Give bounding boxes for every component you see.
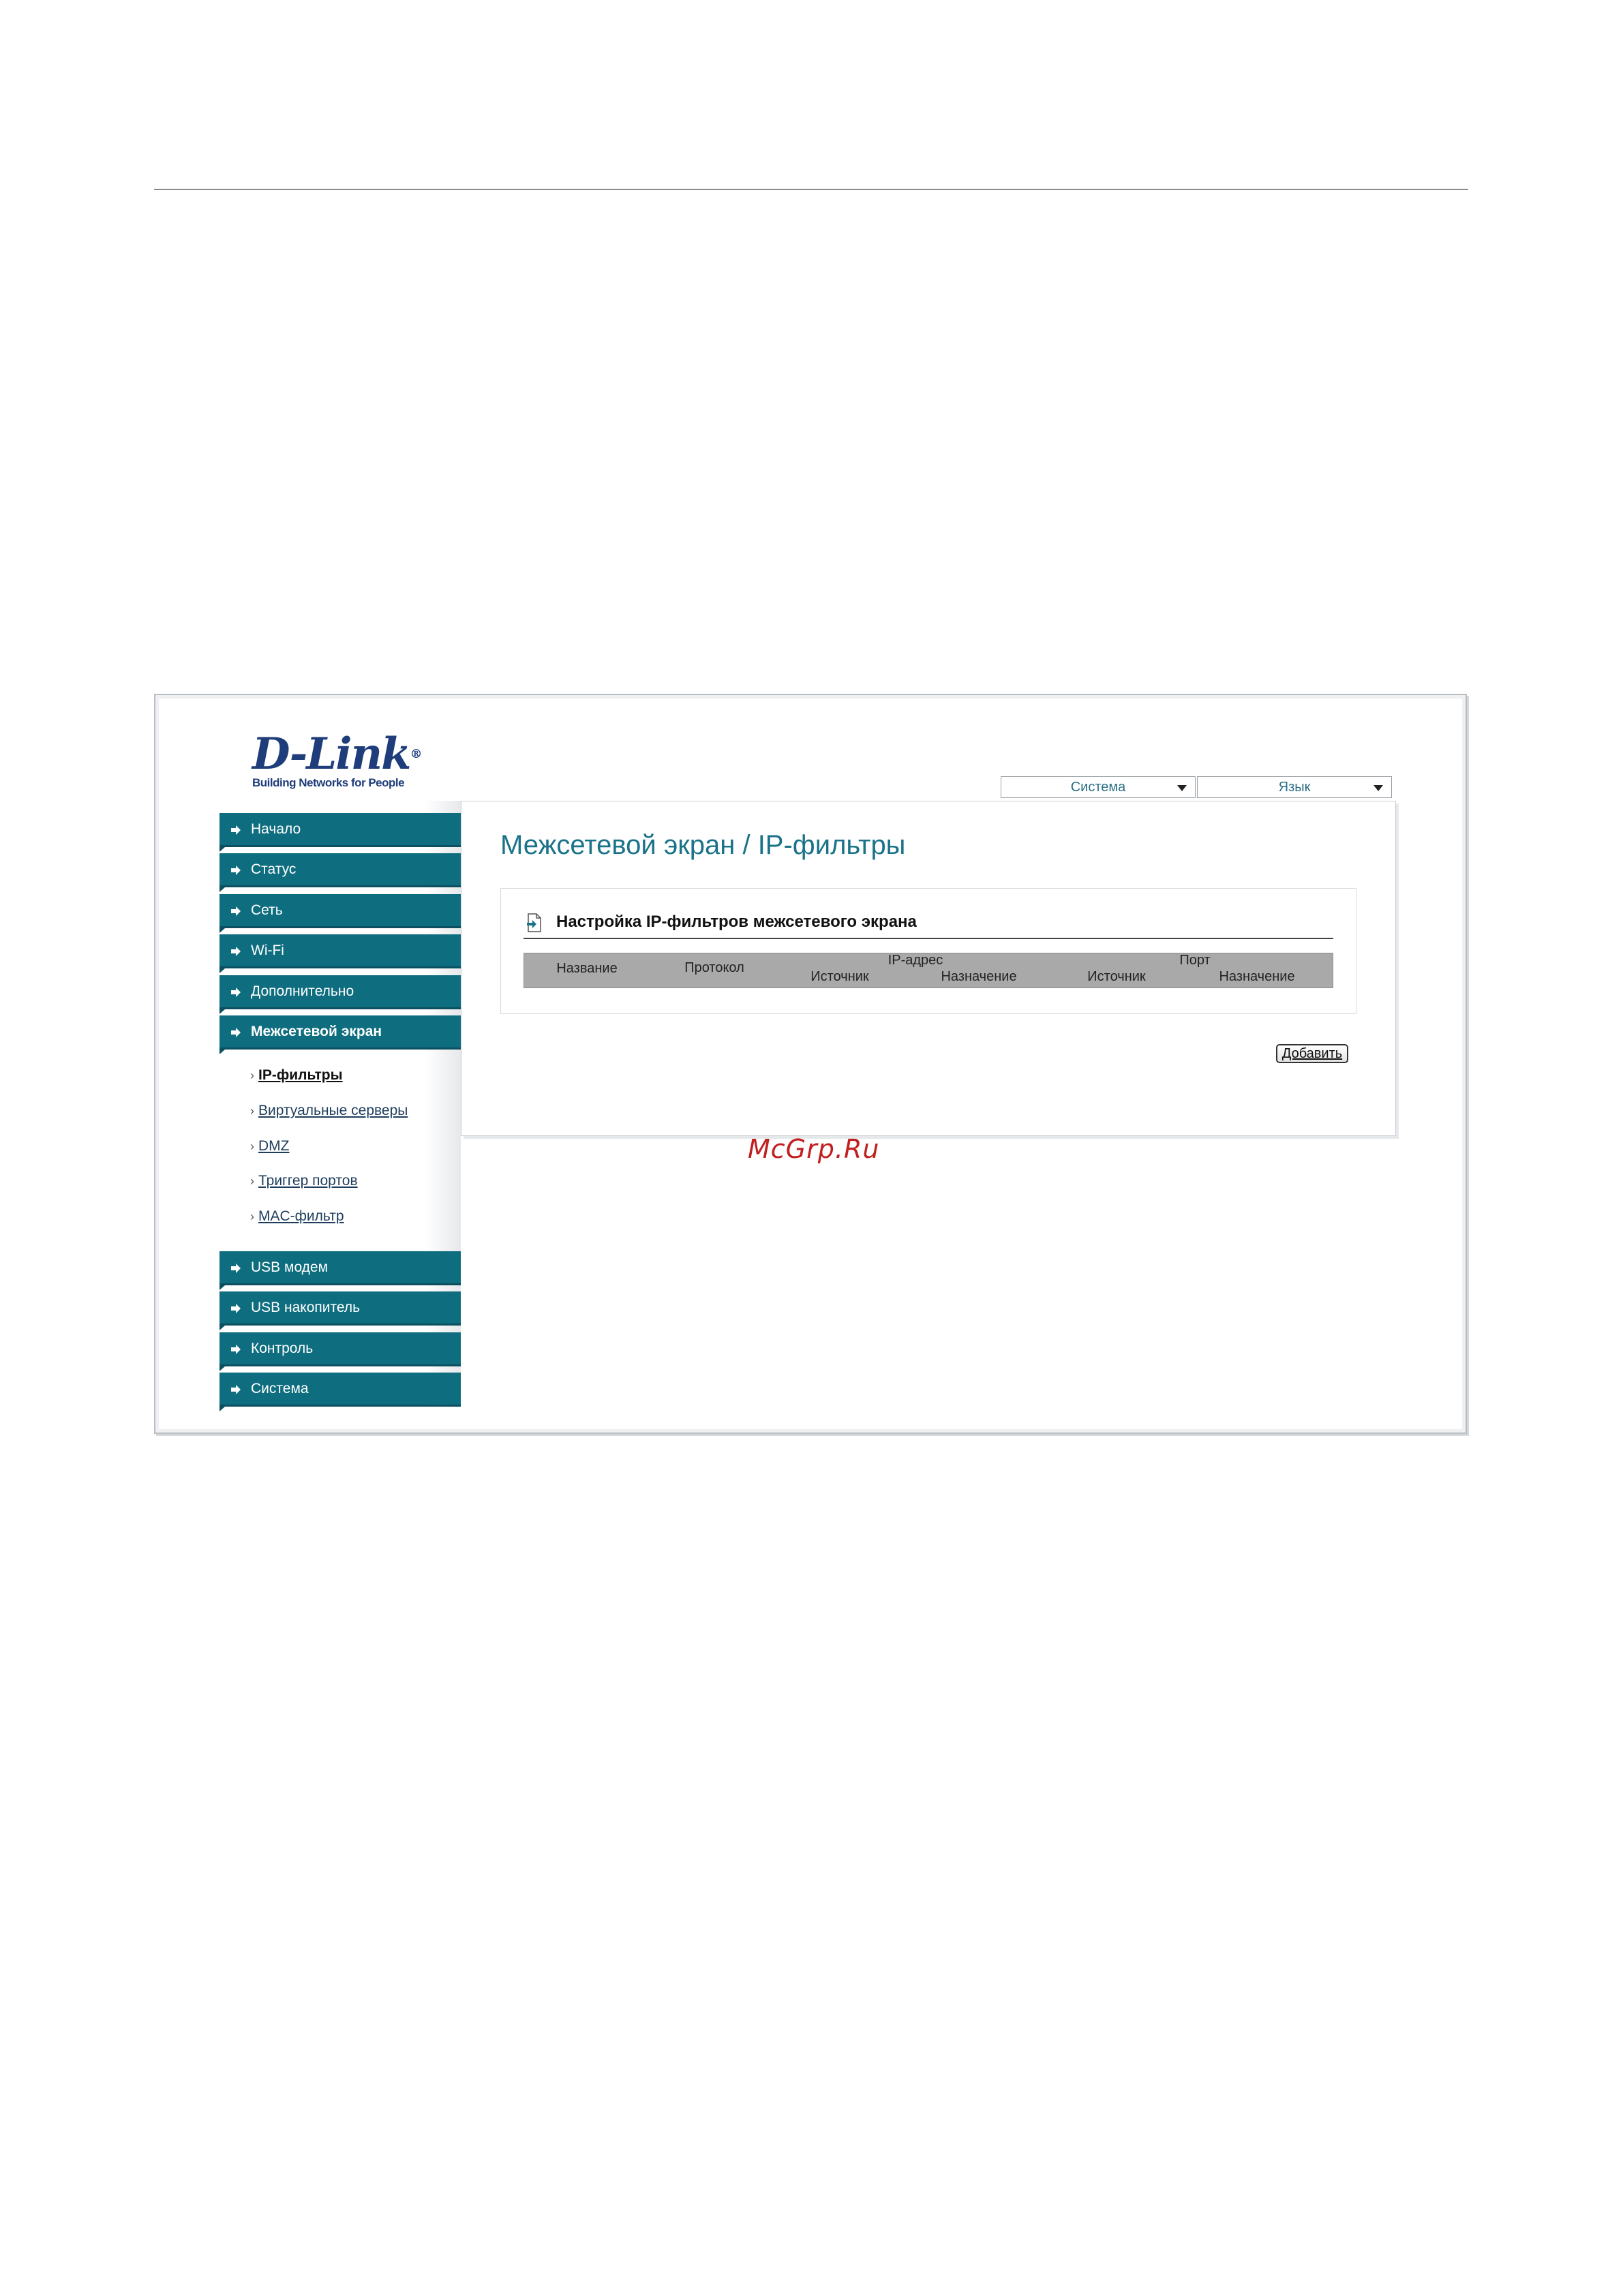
document-arrow-icon [527,913,541,932]
add-button[interactable]: Добавить [1276,1044,1348,1063]
sidebar-item-label: Межсетевой экран [251,1023,382,1039]
language-menu-label: Язык [1278,779,1311,795]
arrow-right-icon [231,947,241,956]
sidebar-item-label: Статус [251,861,297,877]
subnav-port-trigger[interactable]: › Триггер портов [250,1173,358,1189]
subnav-dmz[interactable]: › DMZ [250,1138,290,1154]
sidebar-item-home[interactable]: Начало [219,813,461,852]
arrow-right-icon [231,1028,241,1037]
sidebar-item-label: Сеть [251,902,283,918]
watermark: McGrp.Ru [748,1134,880,1164]
sidebar-item-label: Дополнительно [251,983,354,999]
subnav-label: DMZ [258,1138,290,1154]
column-header-ip-address: IP-адрес [888,953,943,968]
panel-divider [524,938,1333,939]
chevron-down-icon [1374,785,1383,791]
subnav-label: Триггер портов [258,1173,358,1189]
column-header-name: Название [556,961,618,976]
chevron-right-icon: › [250,1210,254,1223]
page-top-rule [154,189,1468,190]
arrow-right-icon [231,906,241,916]
logo-brand: D-Link [252,729,411,780]
subnav-label: MAC-фильтр [258,1208,344,1224]
system-menu-label: Система [1070,779,1126,795]
sidebar-item-control[interactable]: Контроль [219,1332,461,1371]
column-header-ip-source: Источник [810,969,869,984]
logo-tagline: Building Networks for People [252,776,405,789]
sidebar-item-label: USB накопитель [251,1299,361,1315]
subnav-ip-filters[interactable]: › IP-фильтры [250,1067,343,1084]
column-header-port-source: Источник [1087,969,1146,984]
arrow-right-icon [231,988,241,997]
sidebar-item-label: Система [251,1380,309,1396]
system-menu-select[interactable]: Система [1001,776,1196,798]
arrow-right-icon [231,825,241,835]
subnav-mac-filter[interactable]: › MAC-фильтр [250,1208,344,1225]
column-header-port-destination: Назначение [1219,969,1295,984]
column-header-ip-destination: Назначение [941,969,1017,984]
sidebar-item-wifi[interactable]: Wi-Fi [219,934,461,973]
chevron-right-icon: › [250,1069,254,1082]
arrow-right-icon [231,1304,241,1313]
chevron-down-icon [1177,785,1187,791]
sidebar-item-label: Начало [251,821,301,837]
sidebar-item-system[interactable]: Система [219,1373,461,1411]
sidebar-item-usb-storage[interactable]: USB накопитель [219,1291,461,1330]
subnav-virtual-servers[interactable]: › Виртуальные серверы [250,1103,408,1119]
sidebar-item-advanced[interactable]: Дополнительно [219,975,461,1014]
sidebar-item-status[interactable]: Статус [219,853,461,892]
subnav-label: Виртуальные серверы [258,1103,408,1118]
panel-title: Настройка IP-фильтров межсетевого экрана [556,913,917,931]
ip-filters-panel [500,888,1356,1014]
chevron-right-icon: › [250,1139,254,1153]
sidebar-item-firewall[interactable]: Межсетевой экран [219,1015,461,1054]
sidebar-item-label: Wi-Fi [251,942,284,958]
subnav-label: IP-фильтры [258,1067,343,1083]
sidebar-item-usb-modem[interactable]: USB модем [219,1251,461,1290]
chevron-right-icon: › [250,1104,254,1118]
sidebar-item-network[interactable]: Сеть [219,894,461,933]
chevron-right-icon: › [250,1174,254,1188]
language-menu-select[interactable]: Язык [1197,776,1392,798]
sidebar-item-label: USB модем [251,1259,329,1275]
dlink-logo[interactable]: D-Link® Building Networks for People [252,733,422,790]
arrow-right-icon [231,1385,241,1394]
registered-icon: ® [410,747,422,761]
page-title: Межсетевой экран / IP-фильтры [500,830,906,860]
column-header-protocol: Протокол [684,960,744,975]
column-header-port: Порт [1179,953,1211,968]
arrow-right-icon [231,866,241,875]
sidebar-item-label: Контроль [251,1340,314,1356]
arrow-right-icon [231,1345,241,1354]
arrow-right-icon [231,1264,241,1273]
